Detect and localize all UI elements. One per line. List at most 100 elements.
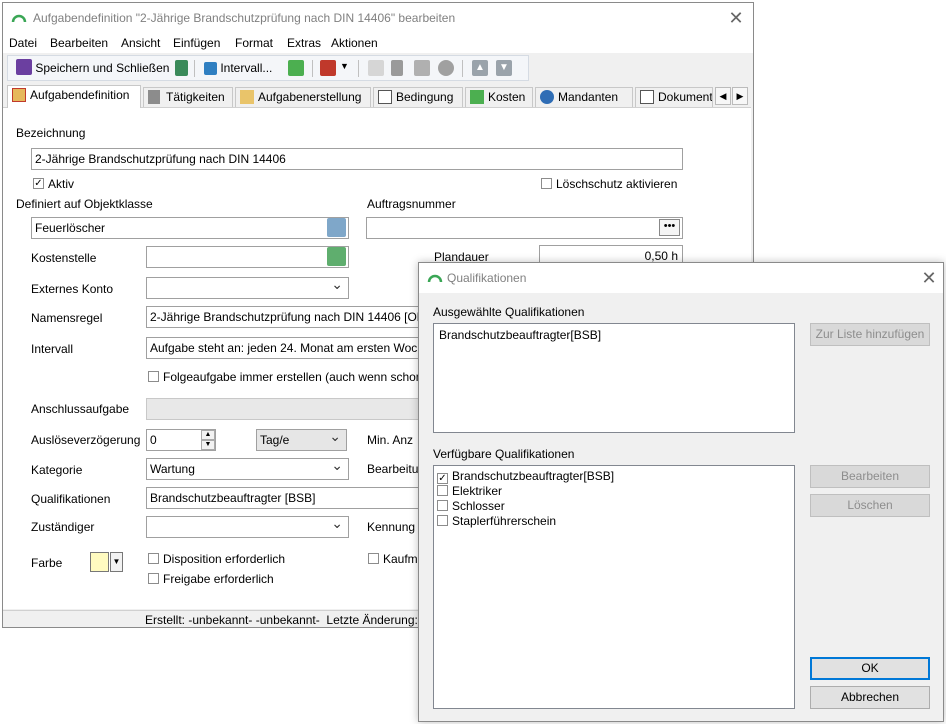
arrow-down-icon[interactable]: ▼: [496, 60, 512, 76]
farbe-label: Farbe: [31, 556, 63, 570]
aktiv-label: Aktiv: [48, 177, 75, 191]
users-icon: [540, 90, 554, 104]
spin-down-icon[interactable]: ▼: [201, 440, 215, 450]
disposition-label: Disposition erforderlich: [163, 552, 286, 566]
spin-up-icon[interactable]: ▲: [201, 430, 215, 440]
intervall-field[interactable]: Aufgabe steht an: jeden 24. Monat am ers…: [146, 337, 421, 359]
tab-scroll-left[interactable]: ◀: [715, 87, 731, 105]
bezeichnung-field[interactable]: 2-Jährige Brandschutzprüfung nach DIN 14…: [31, 148, 683, 170]
available-qualifications-list[interactable]: ✓ Brandschutzbeauftragter[BSB] Elektriker…: [433, 465, 795, 709]
auftragsnummer-label: Auftragsnummer: [367, 197, 456, 211]
qualifikationen-field[interactable]: Brandschutzbeauftragter [BSB]: [146, 487, 421, 509]
window-title: Aufgabendefinition "2-Jährige Brandschut…: [33, 11, 456, 25]
menu-extras[interactable]: Extras: [287, 36, 321, 50]
object-picker-icon[interactable]: [327, 218, 346, 237]
calendar-refresh-icon[interactable]: [288, 60, 304, 76]
kaufm-checkbox[interactable]: [368, 553, 379, 564]
tab-kosten[interactable]: Kosten: [465, 87, 533, 107]
list-item[interactable]: Elektriker: [437, 484, 502, 499]
list-item[interactable]: Staplerführerschein: [437, 514, 556, 529]
folgeaufgabe-label: Folgeaufgabe immer erstellen (auch wenn …: [163, 370, 423, 384]
kategorie-select[interactable]: Wartung: [146, 458, 349, 480]
list-item[interactable]: Schlosser: [437, 499, 505, 514]
menu-aktionen[interactable]: Aktionen: [331, 36, 378, 50]
intervall-label: Intervall: [31, 342, 74, 356]
app-logo-icon: [427, 274, 443, 283]
objektklasse-label: Definiert auf Objektklasse: [16, 197, 153, 211]
ausloese-unit-select[interactable]: Tag/e: [256, 429, 347, 451]
wrench-icon[interactable]: [391, 60, 403, 76]
save-close-button[interactable]: Speichern und Schließen: [16, 59, 169, 78]
dialog-close-icon[interactable]: ✕: [918, 267, 940, 289]
zustaendiger-select[interactable]: [146, 516, 349, 538]
item-checkbox[interactable]: ✓: [437, 473, 448, 484]
color-dropdown-icon[interactable]: ▼: [110, 552, 123, 572]
anschlussaufgabe-label: Anschlussaufgabe: [31, 402, 130, 416]
folgeaufgabe-checkbox[interactable]: [148, 371, 159, 382]
cancel-button[interactable]: Abbrechen: [810, 686, 930, 709]
task-create-icon: [240, 90, 254, 104]
forward-icon[interactable]: [320, 60, 336, 76]
task-icon: [12, 88, 26, 102]
zustaendiger-label: Zuständiger: [31, 520, 95, 534]
dialog-title: Qualifikationen: [447, 271, 527, 285]
menu-format[interactable]: Format: [235, 36, 273, 50]
kostenstelle-field[interactable]: [146, 246, 349, 268]
disposition-checkbox[interactable]: [148, 553, 159, 564]
copy-icon[interactable]: [368, 60, 384, 76]
tab-scroll-right[interactable]: ▶: [732, 87, 748, 105]
tab-mandanten[interactable]: Mandanten: [535, 87, 633, 107]
item-checkbox[interactable]: [437, 500, 448, 511]
ausloese-label: Auslöseverzögerung: [31, 433, 141, 447]
color-swatch[interactable]: [90, 552, 109, 572]
freigabe-checkbox[interactable]: [148, 573, 159, 584]
loeschschutz-label: Löschschutz aktivieren: [556, 177, 678, 191]
loeschschutz-checkbox[interactable]: [541, 178, 552, 189]
exit-icon[interactable]: [175, 60, 188, 76]
objektklasse-field[interactable]: Feuerlöscher: [31, 217, 349, 239]
status-text: Erstellt: -unbekannt- -unbekannt- Letzte…: [145, 613, 418, 627]
dropdown-arrow-icon[interactable]: ▼: [340, 61, 349, 71]
namensregel-field[interactable]: 2-Jährige Brandschutzprüfung nach DIN 14…: [146, 306, 421, 328]
selected-qualifications-label: Ausgewählte Qualifikationen: [433, 305, 585, 319]
interval-button[interactable]: Intervall...: [204, 59, 272, 78]
qualifications-dialog: Qualifikationen ✕ Ausgewählte Qualifikat…: [418, 262, 944, 722]
app-logo-icon: [11, 14, 27, 23]
tab-bedingung[interactable]: Bedingung: [373, 87, 463, 107]
menu-bar: Datei Bearbeiten Ansicht Einfügen Format…: [3, 33, 753, 53]
aktiv-checkbox[interactable]: ✓: [33, 178, 44, 189]
tab-aufgabendefinition[interactable]: Aufgabendefinition: [7, 85, 141, 108]
cancel-icon[interactable]: [438, 60, 454, 76]
qualifikationen-label: Qualifikationen: [31, 492, 111, 506]
delete-button[interactable]: Löschen: [810, 494, 930, 517]
money-icon: [470, 90, 484, 104]
menu-einfuegen[interactable]: Einfügen: [173, 36, 220, 50]
item-checkbox[interactable]: [437, 485, 448, 496]
auftragsnummer-field[interactable]: [366, 217, 683, 239]
cost-picker-icon[interactable]: [327, 247, 346, 266]
tab-aufgabenerstellung[interactable]: Aufgabenerstellung: [235, 87, 371, 107]
kategorie-label: Kategorie: [31, 463, 83, 477]
kaufm-label: Kaufm: [383, 552, 418, 566]
title-bar: Aufgabendefinition "2-Jährige Brandschut…: [3, 3, 753, 33]
ok-button[interactable]: OK: [810, 657, 930, 680]
edit-button[interactable]: Bearbeiten: [810, 465, 930, 488]
menu-datei[interactable]: Datei: [9, 36, 37, 50]
selected-qualifications-list[interactable]: Brandschutzbeauftragter[BSB]: [433, 323, 795, 433]
list-item[interactable]: ✓ Brandschutzbeauftragter[BSB]: [437, 469, 614, 484]
tab-dokumente[interactable]: Dokument: [635, 87, 713, 107]
ellipsis-button[interactable]: •••: [659, 219, 680, 236]
menu-bearbeiten[interactable]: Bearbeiten: [50, 36, 108, 50]
close-icon[interactable]: ✕: [725, 7, 747, 29]
item-checkbox[interactable]: [437, 515, 448, 526]
document-icon: [640, 90, 654, 104]
add-to-list-button[interactable]: Zur Liste hinzufügen: [810, 323, 930, 346]
tab-taetigkeiten[interactable]: Tätigkeiten: [143, 87, 233, 107]
wrench-icon: [148, 90, 160, 104]
edit-list-icon[interactable]: [414, 60, 430, 76]
menu-ansicht[interactable]: Ansicht: [121, 36, 160, 50]
bezeichnung-label: Bezeichnung: [16, 126, 86, 140]
externes-konto-select[interactable]: [146, 277, 349, 299]
arrow-up-icon[interactable]: ▲: [472, 60, 488, 76]
list-item[interactable]: Brandschutzbeauftragter[BSB]: [439, 328, 601, 343]
